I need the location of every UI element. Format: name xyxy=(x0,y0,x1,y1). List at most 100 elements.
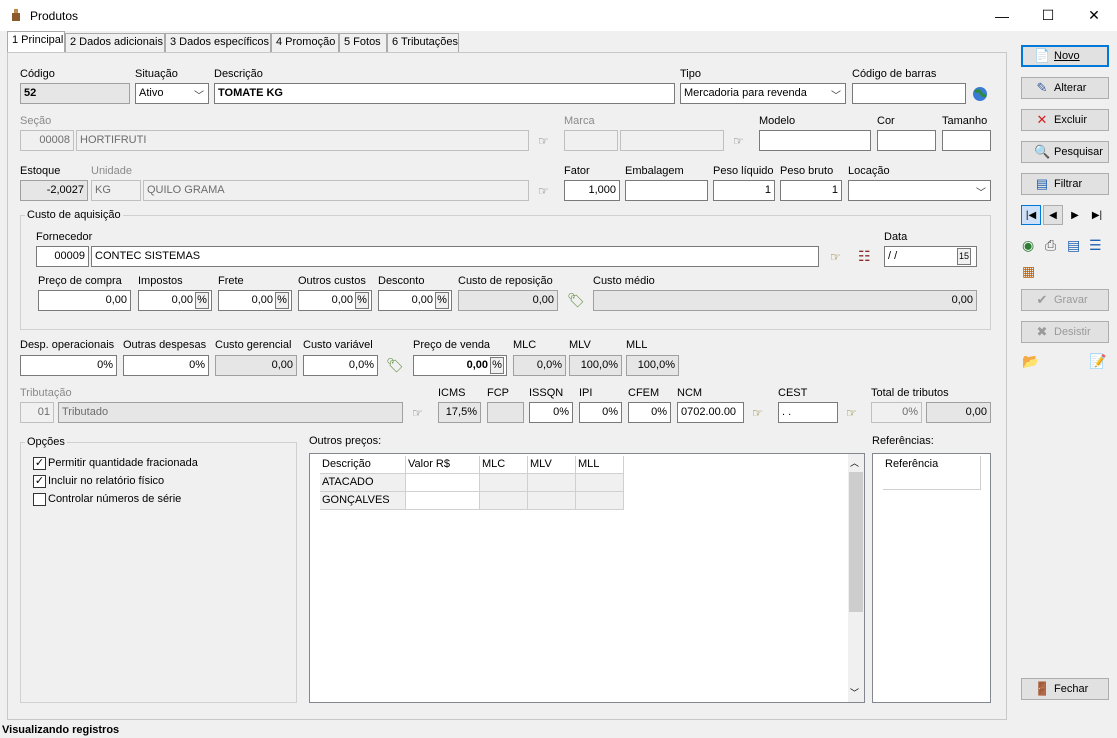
outras-despesas-field[interactable]: 0% xyxy=(123,355,209,376)
fechar-button[interactable]: 🚪 Fechar xyxy=(1021,678,1109,700)
mll-label: MLL xyxy=(626,339,648,351)
secao-code-field[interactable]: 00008 xyxy=(20,130,74,151)
globe-icon[interactable] xyxy=(971,85,989,103)
custo-group-label: Custo de aquisição xyxy=(25,209,123,221)
percent-toggle[interactable]: % xyxy=(355,292,369,309)
tab-dados-adicionais[interactable]: 2 Dados adicionais xyxy=(65,33,165,53)
maximize-button[interactable]: ☐ xyxy=(1025,0,1071,31)
ncm-label: NCM xyxy=(677,387,703,399)
alterar-button[interactable]: ✎ Alterar xyxy=(1021,77,1109,99)
list-view-icon[interactable]: ☰ xyxy=(1089,237,1102,254)
list-icon[interactable]: ☷ xyxy=(858,248,871,265)
tab-dados-especificos[interactable]: 3 Dados específicos xyxy=(165,33,271,53)
custo-variavel-field[interactable]: 0,0% xyxy=(303,355,378,376)
lookup-hand-icon[interactable]: ☞ xyxy=(733,134,744,148)
lookup-hand-icon[interactable]: ☞ xyxy=(846,406,857,420)
ipi-field[interactable]: 0% xyxy=(579,402,622,423)
open-folder-icon[interactable]: 📂 xyxy=(1022,353,1039,370)
scroll-up-icon[interactable]: ︿ xyxy=(850,456,859,469)
notes-icon[interactable]: 📝 xyxy=(1089,353,1106,370)
barras-field[interactable] xyxy=(852,83,966,104)
unidade-code-field[interactable]: KG xyxy=(91,180,141,201)
status-bar: Visualizando registros xyxy=(2,724,120,736)
tab-principal[interactable]: 1 Principal xyxy=(7,31,65,53)
lookup-hand-icon[interactable]: ☞ xyxy=(752,406,763,420)
cor-label: Cor xyxy=(877,115,895,127)
situacao-select[interactable]: Ativo ﹀ xyxy=(135,83,209,104)
tab-promocao[interactable]: 4 Promoção xyxy=(271,33,339,53)
excluir-button[interactable]: ✕ Excluir xyxy=(1021,109,1109,131)
calendar-icon[interactable]: 15 xyxy=(957,248,971,265)
pesquisar-button[interactable]: 🔍 Pesquisar xyxy=(1021,141,1109,163)
next-record-button[interactable]: ▶ xyxy=(1065,205,1085,225)
checkbox-relatorio-fisico[interactable]: ✓ xyxy=(33,475,46,488)
codigo-field[interactable]: 52 xyxy=(20,83,130,104)
report-icon[interactable]: ▤ xyxy=(1067,237,1080,254)
cest-field[interactable]: . . xyxy=(778,402,838,423)
grid-row-label[interactable]: GONÇALVES xyxy=(320,492,406,510)
cor-field[interactable] xyxy=(877,130,936,151)
desistir-button[interactable]: ✖ Desistir xyxy=(1021,321,1109,343)
descricao-field[interactable]: TOMATE KG xyxy=(214,83,675,104)
marca-code-field[interactable] xyxy=(564,130,618,151)
tipo-select[interactable]: Mercadoria para revenda ﹀ xyxy=(680,83,846,104)
last-record-button[interactable]: ▶| xyxy=(1087,205,1107,225)
cancel-icon: ✖ xyxy=(1036,324,1048,339)
fornecedor-code-field[interactable]: 00009 xyxy=(36,246,89,267)
grid-cell[interactable] xyxy=(406,474,480,492)
tamanho-field[interactable] xyxy=(942,130,991,151)
refresh-icon[interactable]: ◉ xyxy=(1022,237,1034,254)
scrollbar-thumb[interactable] xyxy=(849,472,863,612)
grid-row-label[interactable]: ATACADO xyxy=(320,474,406,492)
grid-header: Descrição xyxy=(320,456,406,474)
cfem-label: CFEM xyxy=(628,387,660,399)
tag-icon[interactable]: 🏷 xyxy=(386,357,404,374)
lookup-hand-icon[interactable]: ☞ xyxy=(830,250,841,264)
novo-button[interactable]: 📄 Novo xyxy=(1021,45,1109,67)
percent-toggle[interactable]: % xyxy=(490,357,504,374)
image-icon[interactable]: ▦ xyxy=(1022,263,1035,280)
minimize-button[interactable]: — xyxy=(979,0,1025,31)
first-record-button[interactable]: |◀ xyxy=(1021,205,1041,225)
locacao-select[interactable]: ﹀ xyxy=(848,180,991,201)
outros-precos-grid[interactable]: Descrição Valor R$ MLC MLV MLL ATACADO G… xyxy=(309,453,865,703)
tributacao-code-field[interactable]: 01 xyxy=(20,402,54,423)
fator-label: Fator xyxy=(564,165,590,177)
print-icon[interactable]: ⎙ xyxy=(1045,237,1056,254)
tab-tributacoes[interactable]: 6 Tributações xyxy=(387,33,459,53)
scroll-down-icon[interactable]: ﹀ xyxy=(850,686,859,699)
checkbox-numeros-serie[interactable] xyxy=(33,493,46,506)
desp-operacionais-field[interactable]: 0% xyxy=(20,355,117,376)
embalagem-field[interactable] xyxy=(625,180,708,201)
peso-bruto-field[interactable]: 1 xyxy=(780,180,842,201)
preco-compra-field[interactable]: 0,00 xyxy=(38,290,131,311)
modelo-field[interactable] xyxy=(759,130,871,151)
tag-icon[interactable]: 🏷 xyxy=(567,292,585,309)
codigo-label: Código xyxy=(20,68,55,80)
custo-gerencial-field: 0,00 xyxy=(215,355,297,376)
previous-record-button[interactable]: ◀ xyxy=(1043,205,1063,225)
filtrar-button[interactable]: ▤ Filtrar xyxy=(1021,173,1109,195)
close-button[interactable]: ✕ xyxy=(1071,0,1117,31)
ncm-field[interactable]: 0702.00.00 xyxy=(677,402,744,423)
grid-cell xyxy=(576,492,624,510)
gravar-button[interactable]: ✔ Gravar xyxy=(1021,289,1109,311)
tipo-label: Tipo xyxy=(680,68,701,80)
fator-field[interactable]: 1,000 xyxy=(564,180,620,201)
peso-liquido-field[interactable]: 1 xyxy=(713,180,775,201)
grid-cell[interactable] xyxy=(406,492,480,510)
cfem-field[interactable]: 0% xyxy=(628,402,671,423)
fechar-label: Fechar xyxy=(1054,683,1089,695)
lookup-hand-icon[interactable]: ☞ xyxy=(412,406,423,420)
lookup-hand-icon[interactable]: ☞ xyxy=(538,184,549,198)
checkbox-fracionada[interactable]: ✓ xyxy=(33,457,46,470)
referencias-grid[interactable]: Referência xyxy=(872,453,991,703)
issqn-field[interactable]: 0% xyxy=(529,402,573,423)
percent-toggle[interactable]: % xyxy=(195,292,209,309)
percent-toggle[interactable]: % xyxy=(275,292,289,309)
percent-toggle[interactable]: % xyxy=(435,292,449,309)
lookup-hand-icon[interactable]: ☞ xyxy=(538,134,549,148)
vertical-scrollbar[interactable]: ︿ ﹀ xyxy=(848,454,864,702)
tab-fotos[interactable]: 5 Fotos xyxy=(339,33,387,53)
icms-label: ICMS xyxy=(438,387,466,399)
